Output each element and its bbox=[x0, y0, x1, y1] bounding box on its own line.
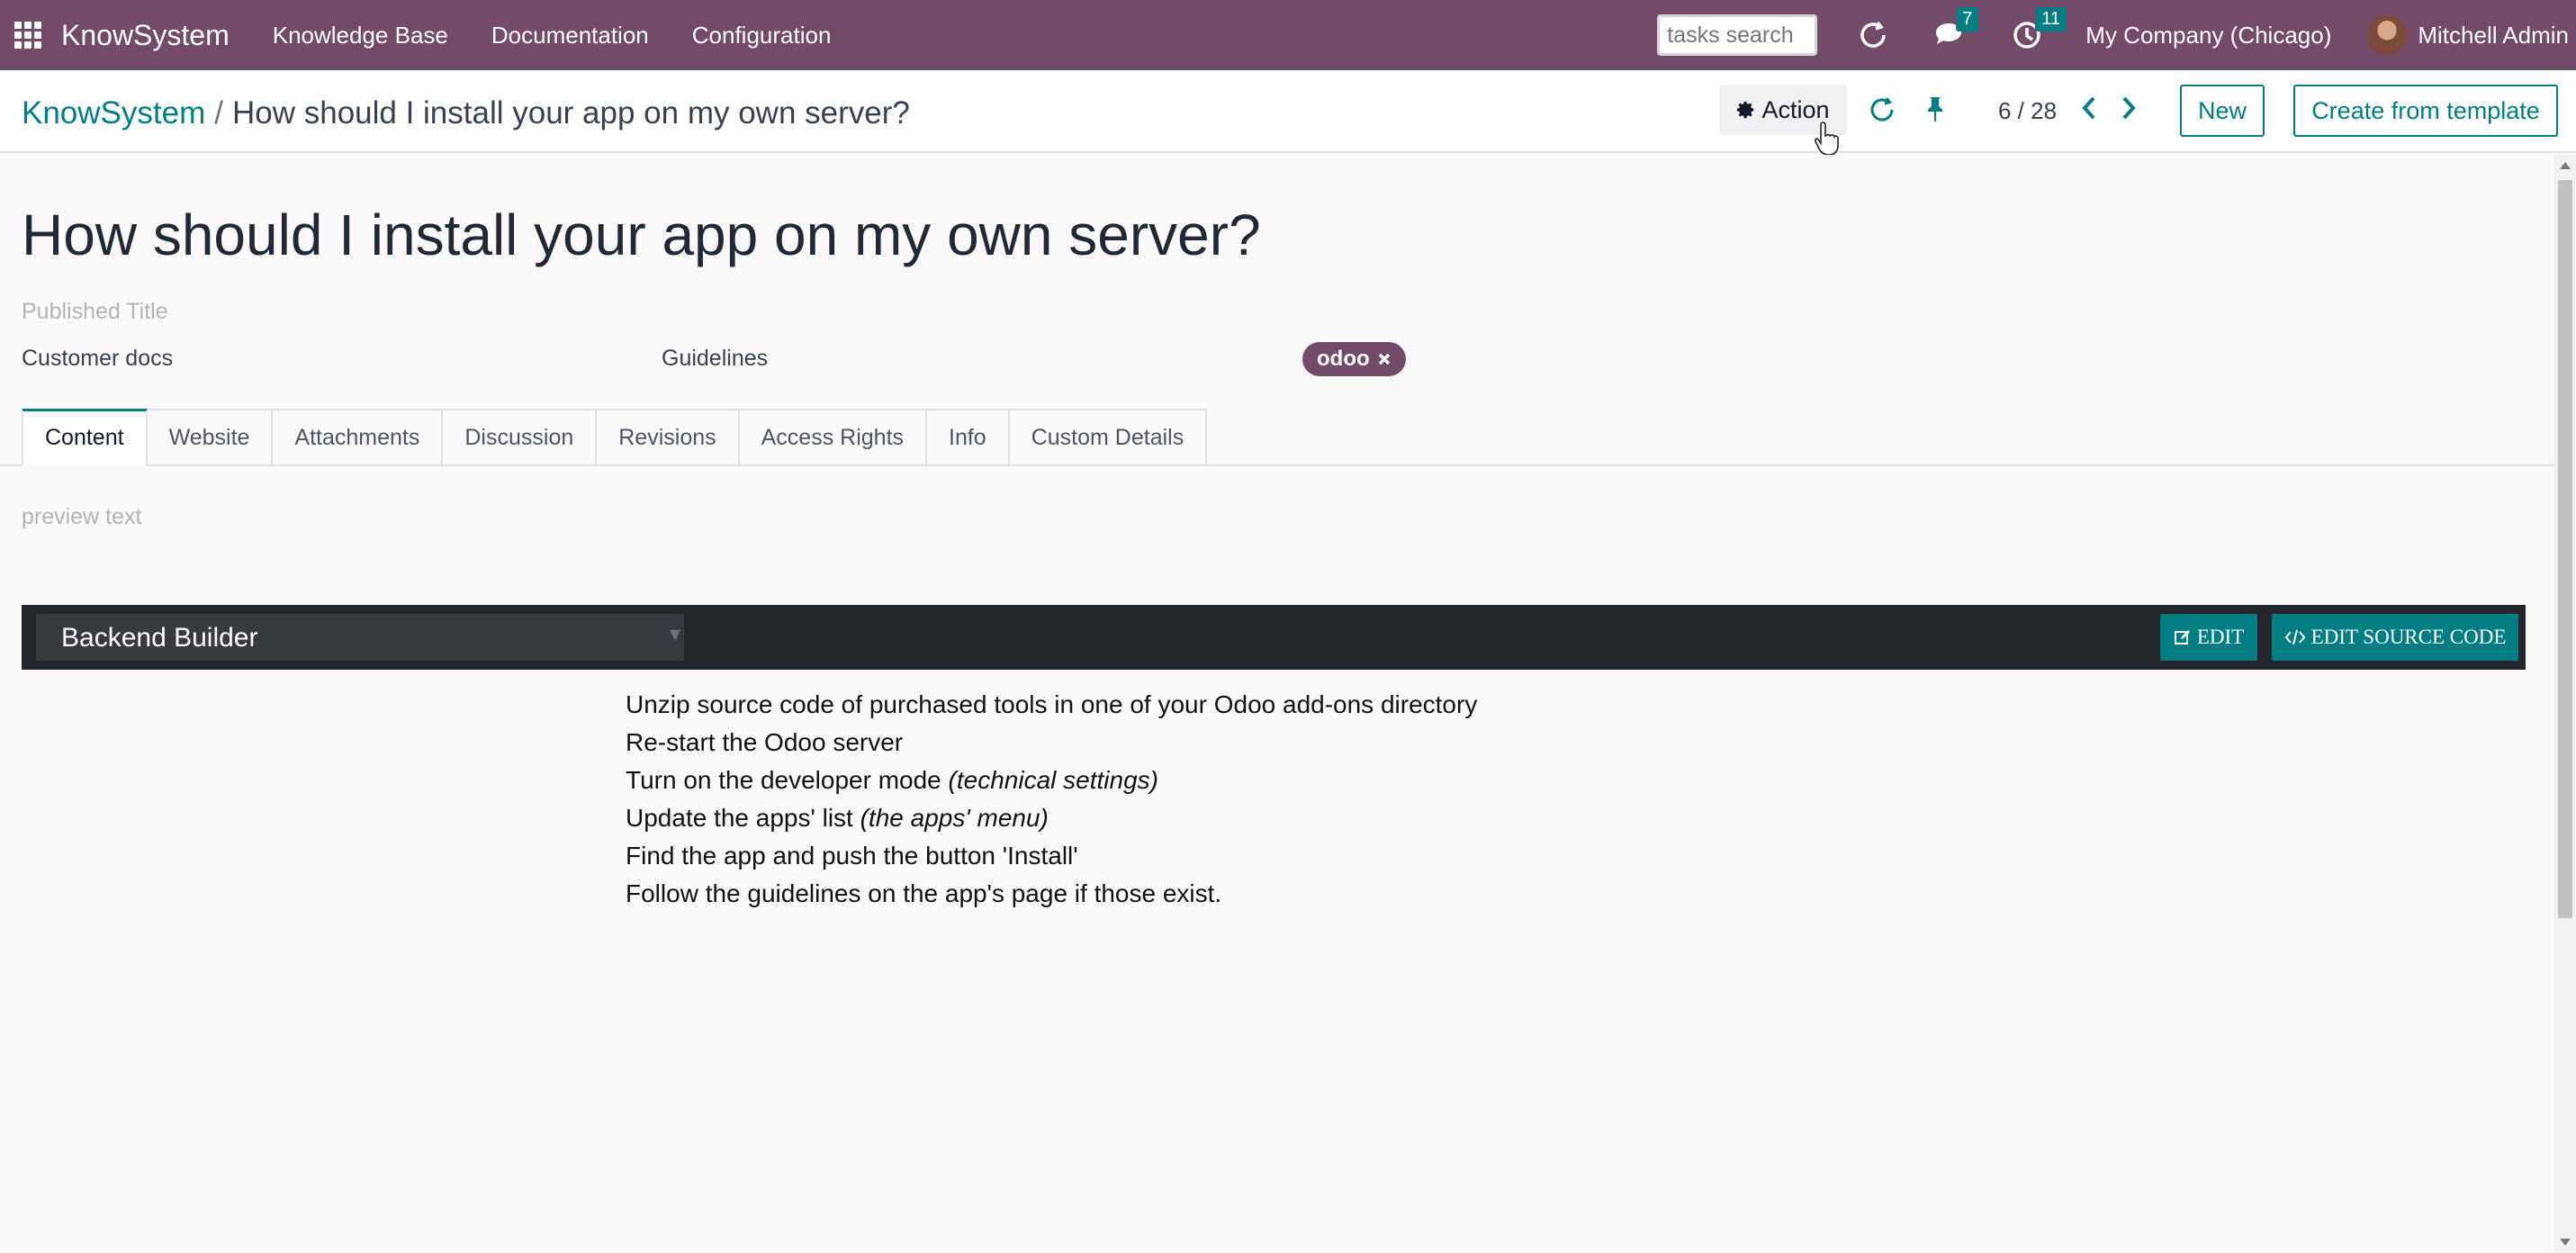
vertical-scrollbar[interactable] bbox=[2554, 155, 2576, 1253]
clock-icon[interactable]: 11 bbox=[2012, 7, 2067, 50]
avatar[interactable] bbox=[2367, 15, 2408, 55]
preview-text-field[interactable]: preview text bbox=[22, 504, 141, 530]
editor-toolbar: Backend Builder ▾ EDIT EDIT SOURCE CODE bbox=[22, 605, 2526, 670]
breadcrumb-separator: / bbox=[214, 95, 223, 131]
tab-website[interactable]: Website bbox=[147, 409, 274, 466]
scroll-thumb[interactable] bbox=[2558, 180, 2572, 918]
menu-configuration[interactable]: Configuration bbox=[692, 22, 832, 50]
breadcrumb-root[interactable]: KnowSystem bbox=[22, 95, 205, 131]
published-title-field[interactable]: Published Title bbox=[22, 299, 168, 325]
menu-knowledge-base[interactable]: Knowledge Base bbox=[273, 22, 448, 50]
chevron-down-icon: ▾ bbox=[669, 622, 680, 646]
content-line: Find the app and push the button 'Instal… bbox=[626, 842, 1078, 870]
tab-discussion[interactable]: Discussion bbox=[443, 409, 598, 466]
edit-source-label: EDIT SOURCE CODE bbox=[2310, 626, 2507, 648]
type-field[interactable]: Guidelines bbox=[662, 346, 768, 372]
gear-icon bbox=[1737, 101, 1754, 119]
breadcrumb-current: How should I install your app on my own … bbox=[231, 95, 910, 131]
chevron-left-icon[interactable] bbox=[2081, 95, 2097, 128]
article-title[interactable]: How should I install your app on my own … bbox=[22, 202, 1261, 268]
section-field[interactable]: Customer docs bbox=[22, 346, 173, 372]
scroll-down-arrow[interactable] bbox=[2560, 1239, 2571, 1246]
hand-cursor-icon bbox=[1815, 122, 1839, 156]
messages-badge: 7 bbox=[1956, 7, 1979, 32]
content-line: Update the apps' list (the apps' menu) bbox=[626, 804, 1049, 832]
close-icon[interactable] bbox=[1377, 352, 1392, 366]
content-line: Turn on the developer mode (technical se… bbox=[626, 766, 1158, 794]
create-from-template-button[interactable]: Create from template bbox=[2293, 85, 2558, 137]
tab-attachments[interactable]: Attachments bbox=[273, 409, 444, 466]
tab-content[interactable]: Content bbox=[22, 409, 148, 466]
company-switcher[interactable]: My Company (Chicago) bbox=[2085, 22, 2331, 50]
code-icon bbox=[2284, 629, 2305, 645]
scroll-up-arrow[interactable] bbox=[2560, 162, 2571, 169]
notebook-tabs: Content Website Attachments Discussion R… bbox=[22, 409, 1208, 466]
tag-label: odoo bbox=[1317, 347, 1370, 371]
chevron-right-icon[interactable] bbox=[2121, 95, 2137, 128]
action-label: Action bbox=[1761, 95, 1830, 123]
new-button[interactable]: New bbox=[2180, 85, 2265, 137]
content-line: Follow the guidelines on the app's page … bbox=[626, 879, 1222, 907]
article-content: Unzip source code of purchased tools in … bbox=[626, 686, 1477, 913]
tab-revisions[interactable]: Revisions bbox=[597, 409, 740, 466]
app-brand[interactable]: KnowSystem bbox=[61, 19, 230, 52]
user-menu[interactable]: Mitchell Admin bbox=[2418, 22, 2569, 50]
refresh-icon[interactable] bbox=[1857, 19, 1889, 51]
edit-icon bbox=[2174, 630, 2190, 645]
tab-access-rights[interactable]: Access Rights bbox=[739, 409, 928, 466]
snippet-select-value: Backend Builder bbox=[61, 623, 258, 653]
pager-value[interactable]: 6 / 28 bbox=[1998, 97, 2057, 125]
tab-custom-details[interactable]: Custom Details bbox=[1009, 409, 1208, 466]
control-panel: KnowSystem / How should I install your app… bbox=[0, 70, 2576, 156]
tab-info[interactable]: Info bbox=[927, 409, 1010, 466]
tag-odoo: odoo bbox=[1302, 342, 1406, 376]
messages-icon[interactable]: 7 bbox=[1932, 7, 1979, 50]
edit-label: EDIT bbox=[2196, 626, 2245, 648]
top-navbar: KnowSystem Knowledge Base Documentation … bbox=[0, 0, 2576, 70]
form-sheet: How should I install your app on my own … bbox=[0, 155, 2554, 1253]
menu-documentation[interactable]: Documentation bbox=[491, 22, 649, 50]
snippet-select[interactable]: Backend Builder ▾ bbox=[36, 614, 684, 661]
content-line: Unzip source code of purchased tools in … bbox=[626, 690, 1478, 718]
breadcrumb: KnowSystem / How should I install your app… bbox=[22, 95, 910, 131]
edit-source-code-button[interactable]: EDIT SOURCE CODE bbox=[2272, 614, 2518, 661]
tasks-search-input[interactable] bbox=[1657, 14, 1818, 56]
refresh-record-icon[interactable] bbox=[1869, 95, 1896, 129]
pin-icon[interactable] bbox=[1924, 95, 1946, 129]
content-line: Re-start the Odoo server bbox=[626, 728, 904, 756]
grid-icon[interactable] bbox=[14, 22, 41, 49]
edit-button[interactable]: EDIT bbox=[2160, 614, 2257, 661]
activities-badge: 11 bbox=[2035, 7, 2067, 32]
